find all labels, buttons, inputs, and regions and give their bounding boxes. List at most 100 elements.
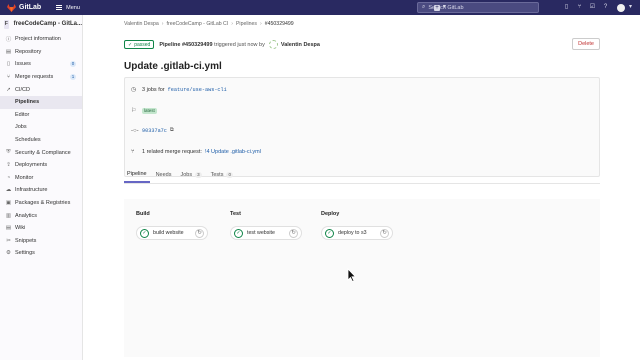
sidebar-item-project-information[interactable]: ⓘ Project information (0, 33, 82, 46)
jobs-prefix: 3 jobs for (142, 86, 165, 93)
sidebar-item-merge-requests[interactable]: ⑂ Merge requests 1 (0, 71, 82, 84)
sidebar-project[interactable]: F freeCodeCamp - GitLa... (0, 15, 82, 33)
tab-tests[interactable]: Tests 0 (208, 169, 236, 183)
merge-request-icon: ⑂ (131, 149, 135, 155)
sidebar-item-label: CI/CD (15, 86, 30, 93)
chevron-right-icon: › (161, 21, 164, 27)
sidebar-item-editor[interactable]: Editor (0, 109, 82, 122)
check-circle-icon: ✓ (234, 228, 243, 238)
sidebar-item-label: Repository (15, 48, 42, 55)
project-avatar: F (4, 19, 9, 29)
issues-icon[interactable]: ▯ (563, 4, 570, 11)
sidebar-item-monitor[interactable]: ◔ Monitor (0, 172, 82, 185)
user-avatar[interactable] (617, 3, 625, 12)
merge-request-icon[interactable]: ⑂ (576, 4, 583, 11)
tanuki-icon (7, 3, 16, 12)
check-circle-icon: ✓ (325, 228, 334, 238)
retry-icon[interactable]: ↻ (380, 229, 389, 238)
commit-sha[interactable]: 90337a7c (142, 128, 167, 134)
book-icon: ▤ (5, 225, 12, 232)
jobs-row: ◷ 3 jobs for feature/use-aws-cli (131, 86, 227, 94)
pipeline-summary: Pipeline #450329499 triggered just now b… (159, 42, 265, 48)
project-name: freeCodeCamp - GitLa... (13, 21, 82, 27)
pipeline-user[interactable]: Valentin Despa (281, 42, 320, 48)
count-badge: 0 (70, 61, 76, 68)
book-icon: ▤ (5, 48, 12, 55)
sidebar-item-repository[interactable]: ▤ Repository (0, 46, 82, 59)
user-avatar-small[interactable] (268, 40, 278, 49)
hamburger-icon (56, 5, 63, 10)
avatar-chevron-icon[interactable]: ▾ (627, 4, 634, 11)
help-icon[interactable]: ? (602, 4, 609, 11)
tab-jobs[interactable]: Jobs 3 (177, 169, 204, 183)
shield-icon: ⛨ (6, 149, 11, 156)
sidebar-item-schedules[interactable]: Schedules (0, 134, 82, 147)
sidebar-nav: ⓘ Project information ▤ Repository ▯ Issues 0 ⑂… (0, 33, 82, 260)
breadcrumb-project[interactable]: freeCodeCamp - GitLab CI (167, 21, 229, 27)
pipeline-tabs: Pipeline Needs Jobs 3 Tests 0 (124, 170, 600, 184)
mr-link[interactable]: !4 Update .gitlab-ci.yml (205, 149, 261, 155)
sidebar-item-label: Schedules (15, 137, 41, 144)
gitlab-logo[interactable]: GitLab (7, 3, 41, 12)
menu-button[interactable]: Menu (56, 5, 80, 11)
plus-icon[interactable]: + (434, 4, 440, 11)
status-badge[interactable]: ✓ passed (124, 40, 155, 49)
tab-label: Pipeline (127, 170, 147, 177)
sidebar-item-label: Project information (15, 36, 61, 43)
breadcrumb-user[interactable]: Valentin Despa (124, 21, 159, 27)
job-test-website[interactable]: ✓ test website ↻ (230, 226, 302, 240)
stage-title-deploy: Deploy (321, 211, 340, 217)
sidebar-item-issues[interactable]: ▯ Issues 0 (0, 58, 82, 71)
breadcrumb-pipelines[interactable]: Pipelines (236, 21, 257, 27)
check-circle-icon: ✓ (128, 41, 133, 48)
chevron-right-icon: › (231, 21, 233, 27)
snippet-icon: ✂ (6, 237, 11, 244)
merge-request-icon: ⑂ (6, 74, 11, 81)
job-name: deploy to s3 (338, 230, 367, 236)
retry-icon[interactable]: ↻ (195, 229, 204, 238)
todo-icon[interactable]: ☑ (589, 4, 596, 11)
pipeline-info-box: ◷ 3 jobs for feature/use-aws-cli ⚐ lates… (124, 77, 600, 177)
tab-pipeline[interactable]: Pipeline (124, 169, 150, 183)
sidebar-item-analytics[interactable]: ▥ Analytics (0, 209, 82, 222)
chevron-right-icon: › (260, 21, 262, 27)
breadcrumb: Valentin Despa › freeCodeCamp - GitLab C… (124, 21, 294, 27)
flags-row: ⚐ latest (131, 107, 157, 114)
sidebar-item-security-compliance[interactable]: ⛨ Security & Compliance (0, 146, 82, 159)
breadcrumb-current[interactable]: #450329499 (265, 21, 294, 27)
sidebar-item-deployments[interactable]: ⇪ Deployments (0, 159, 82, 172)
job-deploy-to-s3[interactable]: ✓ deploy to s3 ↻ (321, 226, 393, 240)
tab-label: Needs (155, 171, 172, 178)
sidebar-item-settings[interactable]: ⚙ Settings (0, 247, 82, 260)
retry-icon[interactable]: ↻ (289, 229, 298, 238)
sidebar-item-pipelines[interactable]: Pipelines (0, 95, 82, 109)
sidebar-item-infrastructure[interactable]: ☁ Infrastructure (0, 184, 82, 197)
status-label: passed (134, 41, 151, 48)
delete-button[interactable]: Delete (572, 38, 600, 50)
sidebar-item-label: Merge requests (15, 74, 54, 81)
job-build-website[interactable]: ✓ build website ↻ (136, 226, 208, 240)
sidebar-item-label: Deployments (15, 162, 48, 169)
tab-label: Jobs (180, 171, 193, 178)
sidebar-item-ci-cd[interactable]: ➚ CI/CD (0, 83, 82, 96)
mr-prefix: 1 related merge request: (142, 149, 202, 155)
job-name: test website (247, 230, 275, 236)
chevron-down-icon[interactable]: ▾ (441, 4, 448, 11)
pipeline-graph: Build ✓ build website ↻ Test ✓ test webs… (124, 199, 600, 357)
pipeline-header: ✓ passed Pipeline #450329499 triggered j… (124, 38, 600, 50)
copy-icon[interactable]: ⧉ (170, 127, 174, 134)
package-icon: ▣ (5, 200, 12, 207)
sidebar-item-packages-registries[interactable]: ▣ Packages & Registries (0, 197, 82, 210)
stage-title-test: Test (230, 211, 241, 217)
sidebar-item-jobs[interactable]: Jobs (0, 121, 82, 134)
commit-row: -○- 90337a7c ⧉ (131, 127, 174, 134)
sidebar-item-wiki[interactable]: ▤ Wiki (0, 222, 82, 235)
sidebar-item-label: Infrastructure (15, 187, 48, 194)
pipeline-id: Pipeline #450329499 (159, 41, 213, 48)
sidebar: F freeCodeCamp - GitLa... ⓘ Project infor… (0, 15, 83, 360)
tab-needs[interactable]: Needs (153, 169, 175, 183)
sidebar-item-snippets[interactable]: ✂ Snippets (0, 235, 82, 248)
flag-icon: ⚐ (131, 108, 137, 114)
branch-link[interactable]: feature/use-aws-cli (168, 87, 227, 93)
latest-badge: latest (142, 107, 157, 114)
